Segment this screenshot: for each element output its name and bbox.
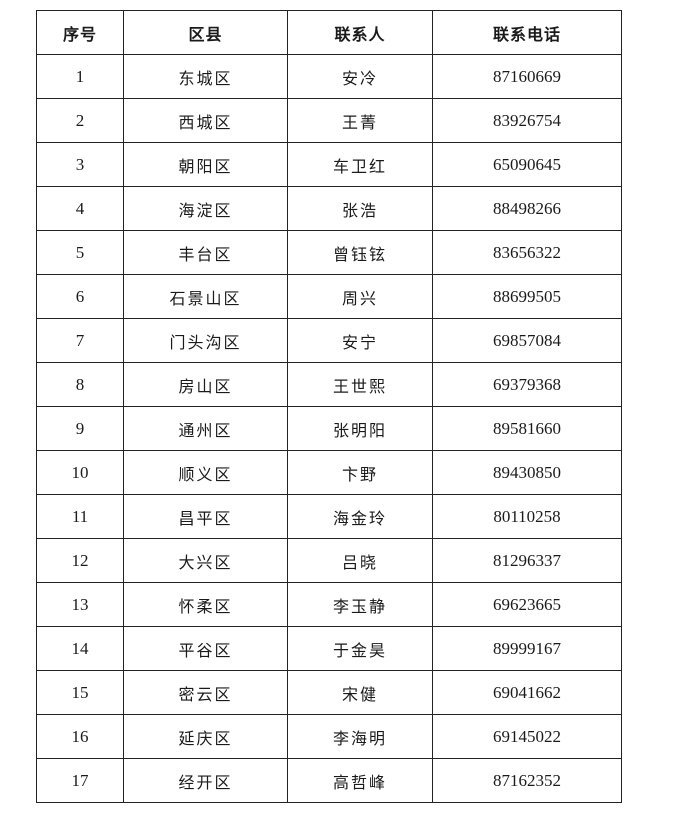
cell-index: 14 (36, 626, 124, 671)
cell-district: 西城区 (123, 98, 288, 143)
cell-phone: 88498266 (432, 186, 622, 231)
cell-district: 丰台区 (123, 230, 288, 275)
table-row: 1 东城区 安冷 87160669 (36, 54, 622, 99)
cell-index: 3 (36, 142, 124, 187)
table-row: 15 密云区 宋健 69041662 (36, 670, 622, 715)
cell-district: 朝阳区 (123, 142, 288, 187)
cell-phone: 80110258 (432, 494, 622, 539)
cell-contact-person: 张明阳 (287, 406, 433, 451)
cell-district: 大兴区 (123, 538, 288, 583)
cell-phone: 65090645 (432, 142, 622, 187)
table-row: 2 西城区 王菁 83926754 (36, 98, 622, 143)
cell-contact-person: 宋健 (287, 670, 433, 715)
cell-phone: 87160669 (432, 54, 622, 99)
cell-index: 7 (36, 318, 124, 363)
cell-contact-person: 曾钰铉 (287, 230, 433, 275)
cell-phone: 87162352 (432, 758, 622, 803)
table-row: 5 丰台区 曾钰铉 83656322 (36, 230, 622, 275)
cell-contact-person: 王菁 (287, 98, 433, 143)
cell-contact-person: 吕晓 (287, 538, 433, 583)
table-row: 14 平谷区 于金昊 89999167 (36, 626, 622, 671)
cell-contact-person: 海金玲 (287, 494, 433, 539)
cell-contact-person: 周兴 (287, 274, 433, 319)
cell-contact-person: 李玉静 (287, 582, 433, 627)
cell-phone: 83926754 (432, 98, 622, 143)
cell-index: 11 (36, 494, 124, 539)
cell-phone: 83656322 (432, 230, 622, 275)
cell-index: 12 (36, 538, 124, 583)
cell-district: 房山区 (123, 362, 288, 407)
cell-index: 5 (36, 230, 124, 275)
table-row: 17 经开区 高哲峰 87162352 (36, 758, 622, 803)
header-phone: 联系电话 (432, 10, 622, 55)
cell-contact-person: 张浩 (287, 186, 433, 231)
cell-contact-person: 王世熙 (287, 362, 433, 407)
cell-index: 15 (36, 670, 124, 715)
cell-district: 怀柔区 (123, 582, 288, 627)
header-row: 序号 区县 联系人 联系电话 (36, 10, 622, 55)
cell-index: 6 (36, 274, 124, 319)
cell-district: 顺义区 (123, 450, 288, 495)
header-contact-person: 联系人 (287, 10, 433, 55)
cell-contact-person: 于金昊 (287, 626, 433, 671)
cell-index: 9 (36, 406, 124, 451)
table-row: 6 石景山区 周兴 88699505 (36, 274, 622, 319)
cell-phone: 69041662 (432, 670, 622, 715)
cell-district: 昌平区 (123, 494, 288, 539)
table-row: 12 大兴区 吕晓 81296337 (36, 538, 622, 583)
cell-district: 门头沟区 (123, 318, 288, 363)
cell-index: 10 (36, 450, 124, 495)
cell-district: 密云区 (123, 670, 288, 715)
cell-index: 2 (36, 98, 124, 143)
table-body: 1 东城区 安冷 87160669 2 西城区 王菁 83926754 3 朝阳区 车卫红 65090… (36, 54, 622, 803)
cell-phone: 69379368 (432, 362, 622, 407)
cell-district: 经开区 (123, 758, 288, 803)
cell-district: 海淀区 (123, 186, 288, 231)
table-row: 9 通州区 张明阳 89581660 (36, 406, 622, 451)
cell-phone: 88699505 (432, 274, 622, 319)
cell-phone: 81296337 (432, 538, 622, 583)
cell-contact-person: 卞野 (287, 450, 433, 495)
table-row: 16 延庆区 李海明 69145022 (36, 714, 622, 759)
cell-index: 17 (36, 758, 124, 803)
header-index: 序号 (36, 10, 124, 55)
cell-index: 4 (36, 186, 124, 231)
cell-district: 石景山区 (123, 274, 288, 319)
header-district: 区县 (123, 10, 288, 55)
cell-contact-person: 高哲峰 (287, 758, 433, 803)
table-row: 3 朝阳区 车卫红 65090645 (36, 142, 622, 187)
cell-contact-person: 李海明 (287, 714, 433, 759)
table-row: 4 海淀区 张浩 88498266 (36, 186, 622, 231)
table-row: 13 怀柔区 李玉静 69623665 (36, 582, 622, 627)
table-header: 序号 区县 联系人 联系电话 (36, 10, 622, 55)
cell-index: 16 (36, 714, 124, 759)
cell-district: 通州区 (123, 406, 288, 451)
cell-phone: 69857084 (432, 318, 622, 363)
contact-table: 序号 区县 联系人 联系电话 1 东城区 安冷 87160669 2 西城区 王菁 83926… (36, 10, 622, 803)
cell-district: 东城区 (123, 54, 288, 99)
cell-district: 延庆区 (123, 714, 288, 759)
cell-index: 8 (36, 362, 124, 407)
cell-contact-person: 车卫红 (287, 142, 433, 187)
table-row: 10 顺义区 卞野 89430850 (36, 450, 622, 495)
table-row: 11 昌平区 海金玲 80110258 (36, 494, 622, 539)
cell-index: 13 (36, 582, 124, 627)
cell-contact-person: 安宁 (287, 318, 433, 363)
cell-district: 平谷区 (123, 626, 288, 671)
cell-contact-person: 安冷 (287, 54, 433, 99)
cell-phone: 69145022 (432, 714, 622, 759)
cell-index: 1 (36, 54, 124, 99)
table-row: 7 门头沟区 安宁 69857084 (36, 318, 622, 363)
cell-phone: 69623665 (432, 582, 622, 627)
contact-table-container: 序号 区县 联系人 联系电话 1 东城区 安冷 87160669 2 西城区 王菁 83926… (36, 10, 622, 803)
cell-phone: 89999167 (432, 626, 622, 671)
cell-phone: 89581660 (432, 406, 622, 451)
table-row: 8 房山区 王世熙 69379368 (36, 362, 622, 407)
cell-phone: 89430850 (432, 450, 622, 495)
